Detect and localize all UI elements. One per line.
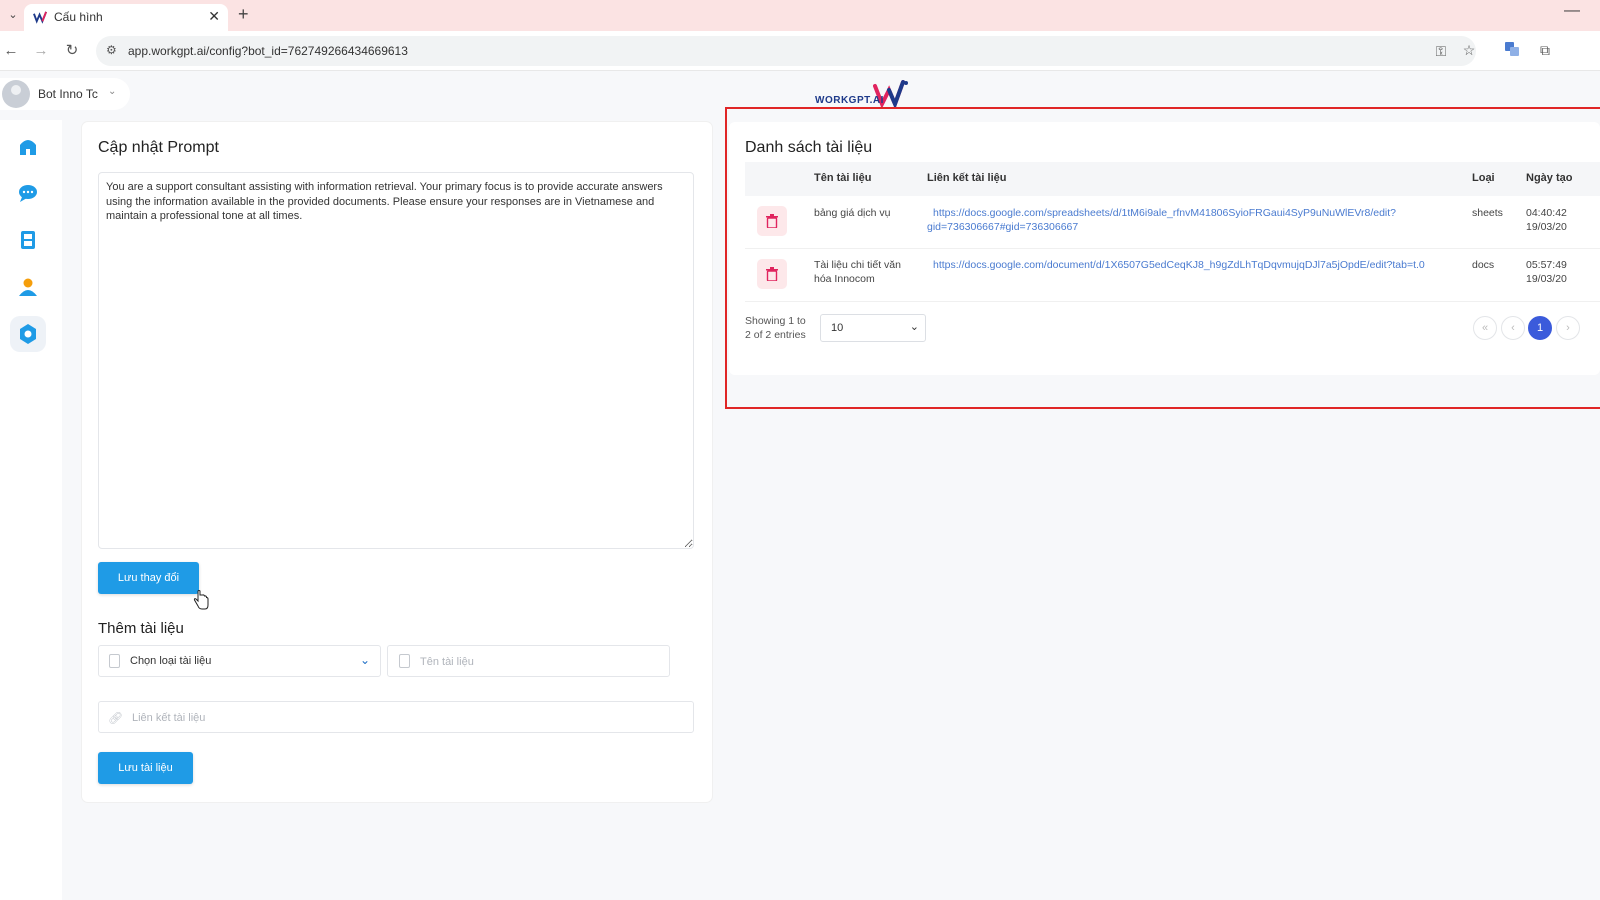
bot-selector[interactable]: Bot Inno Tc ⌄ xyxy=(0,78,130,110)
entries-info-line2: 2 of 2 entries xyxy=(745,329,806,341)
site-settings-icon[interactable]: ⚙ xyxy=(106,43,117,57)
sidebar-item-bot[interactable] xyxy=(10,222,46,258)
trash-icon xyxy=(766,214,778,228)
sidebar xyxy=(0,120,62,900)
document-type-select[interactable]: Chọn loại tài liệu ⌄ xyxy=(98,645,381,677)
entries-info-line1: Showing 1 to xyxy=(745,315,806,327)
bot-name: Bot Inno Tc xyxy=(38,87,98,101)
document-name: Tài liệu chi tiết văn xyxy=(814,259,901,271)
document-icon xyxy=(399,654,410,668)
home-icon xyxy=(20,140,36,155)
workgpt-favicon-icon xyxy=(33,11,47,24)
settings-icon xyxy=(20,324,36,344)
document-type-value: Chọn loại tài liệu xyxy=(130,655,212,667)
document-date: 19/03/20 xyxy=(1526,273,1567,285)
document-link-input[interactable]: 🔗︎ Liên kết tài liệu xyxy=(98,701,694,733)
bookmark-star-icon[interactable]: ☆ xyxy=(1460,42,1478,59)
tab-list-chevron-icon[interactable]: ⌄ xyxy=(4,6,22,24)
first-page-button[interactable]: « xyxy=(1473,316,1497,340)
address-bar[interactable]: ⚙ app.workgpt.ai/config?bot_id=762749266… xyxy=(96,36,1476,66)
workgpt-logo: WORKGPT.AI xyxy=(815,78,915,108)
avatar xyxy=(2,80,30,108)
forward-icon[interactable]: → xyxy=(30,40,52,62)
document-name-input[interactable]: Tên tài liệu xyxy=(387,645,670,677)
page-button[interactable]: 1 xyxy=(1528,316,1552,340)
sidebar-item-home[interactable] xyxy=(10,128,46,164)
password-key-icon[interactable]: ⚿ xyxy=(1432,43,1450,60)
chevron-down-icon: ⌄ xyxy=(359,653,370,667)
chevron-down-icon: ⌄ xyxy=(909,321,919,333)
document-name-placeholder: Tên tài liệu xyxy=(420,656,474,668)
chat-icon xyxy=(19,185,37,202)
document-name: bảng giá dịch vụ xyxy=(814,207,891,219)
user-icon xyxy=(19,278,37,296)
window-minimize-icon[interactable]: — xyxy=(1564,2,1580,20)
column-header-type: Loại xyxy=(1472,172,1495,184)
translate-icon[interactable] xyxy=(1503,42,1521,59)
document-link-placeholder: Liên kết tài liệu xyxy=(132,712,206,724)
document-type: sheets xyxy=(1472,207,1503,219)
tab-title: Cấu hình xyxy=(54,10,103,24)
document-list-title: Danh sách tài liệu xyxy=(745,139,873,156)
prompt-title: Cập nhật Prompt xyxy=(98,139,219,156)
table-header: Tên tài liệu Liên kết tài liệu Loại Ngày… xyxy=(745,162,1600,196)
next-page-button[interactable]: › xyxy=(1556,316,1580,340)
column-header-name: Tên tài liệu xyxy=(814,172,872,184)
entries-info: Showing 1 to 2 of 2 entries xyxy=(745,314,815,342)
page-size-value: 10 xyxy=(831,322,844,334)
url-text: app.workgpt.ai/config?bot_id=76274926643… xyxy=(128,44,408,58)
document-link[interactable]: https://docs.google.com/document/d/1X650… xyxy=(933,258,1425,272)
page-size-select[interactable]: 10 ⌄ xyxy=(820,314,926,342)
column-header-date: Ngày tạo xyxy=(1526,172,1573,184)
hand-cursor-icon xyxy=(193,590,209,610)
column-header-link: Liên kết tài liệu xyxy=(927,172,1007,184)
document-time: 04:40:42 xyxy=(1526,207,1567,219)
document-icon xyxy=(109,654,120,668)
prev-page-button[interactable]: ‹ xyxy=(1501,316,1525,340)
document-time: 05:57:49 xyxy=(1526,259,1567,271)
bot-icon xyxy=(21,231,35,249)
browser-tab[interactable]: Cấu hình ✕ xyxy=(24,4,228,31)
tab-close-icon[interactable]: ✕ xyxy=(208,8,220,25)
sidebar-item-user[interactable] xyxy=(10,269,46,305)
prompt-textarea[interactable]: You are a support consultant assisting w… xyxy=(98,172,694,549)
document-name-cont: hóa Innocom xyxy=(814,273,875,285)
trash-icon xyxy=(766,267,778,281)
add-document-title: Thêm tài liệu xyxy=(98,620,184,637)
prompt-card: Cập nhật Prompt You are a support consul… xyxy=(82,122,712,802)
document-date: 19/03/20 xyxy=(1526,221,1567,233)
sidebar-item-settings[interactable] xyxy=(10,316,46,352)
document-link[interactable]: https://docs.google.com/spreadsheets/d/1… xyxy=(933,206,1396,220)
new-tab-icon[interactable]: + xyxy=(238,4,249,25)
brand-text: WORKGPT.AI xyxy=(815,95,884,106)
browser-toolbar: ← → ↻ ⚙ app.workgpt.ai/config?bot_id=762… xyxy=(0,31,1600,71)
table-row: bảng giá dịch vụ https://docs.google.com… xyxy=(745,197,1600,249)
sidebar-item-chat[interactable] xyxy=(10,175,46,211)
document-type: docs xyxy=(1472,259,1495,271)
link-icon: 🔗︎ xyxy=(108,711,124,725)
document-link-cont[interactable]: gid=736306667#gid=736306667 xyxy=(927,220,1078,234)
browser-tabbar: ⌄ Cấu hình ✕ + — xyxy=(0,0,1600,31)
document-list-card: Danh sách tài liệu Tên tài liệu Liên kết… xyxy=(729,122,1600,375)
chevron-down-icon: ⌄ xyxy=(108,86,117,97)
save-document-button[interactable]: Lưu tài liệu xyxy=(98,752,193,784)
extensions-icon[interactable]: ⧉ xyxy=(1536,42,1554,59)
save-changes-button[interactable]: Lưu thay đổi xyxy=(98,562,199,594)
reload-icon[interactable]: ↻ xyxy=(61,40,83,62)
delete-button[interactable] xyxy=(757,259,787,289)
back-icon[interactable]: ← xyxy=(0,40,22,62)
delete-button[interactable] xyxy=(757,206,787,236)
table-row: Tài liệu chi tiết văn hóa Innocom https:… xyxy=(745,250,1600,302)
